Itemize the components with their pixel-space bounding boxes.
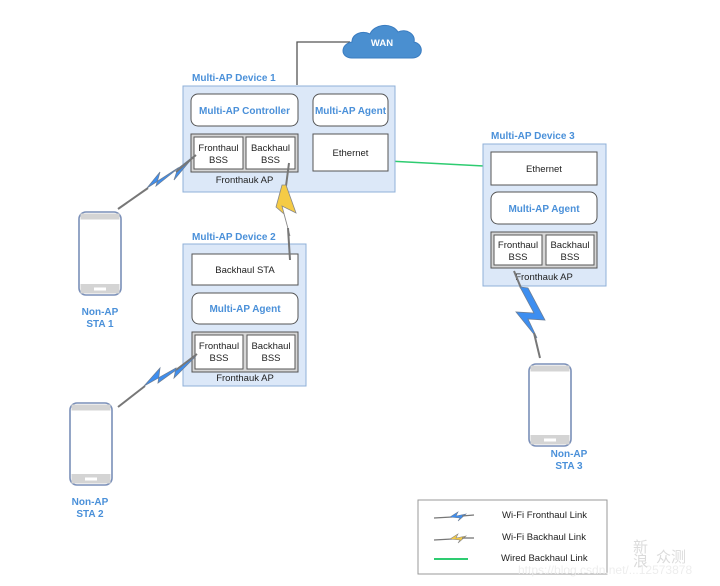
fronthaul-bss-line1: Fronthaul (199, 341, 239, 352)
device-title: Multi-AP Device 3 (491, 131, 575, 142)
non-ap-sta-1: Non-AP STA 1 (78, 211, 122, 330)
backhaul-bss-line2: BSS (261, 353, 280, 364)
backhaul-sta-label: Backhaul STA (215, 265, 275, 276)
wan-label: WAN (371, 38, 393, 49)
multi-ap-topology-diagram: WAN Multi-AP Device 1 Multi-AP Controlle… (69, 25, 692, 577)
non-ap-sta-2: Non-AP STA 2 (69, 402, 113, 520)
lightning-yellow-icon (275, 184, 297, 237)
multi-ap-device-2: Multi-AP Device 2 Backhaul STA Multi-AP … (182, 232, 307, 387)
fronthaul-bss-line2: BSS (209, 155, 228, 166)
lightning-blue-icon (515, 286, 546, 339)
sta-label-line1: Non-AP (72, 497, 109, 508)
agent-label: Multi-AP Agent (508, 204, 580, 215)
sta-label-line1: Non-AP (82, 307, 119, 318)
wired-backhaul-link (387, 160, 485, 167)
ethernet-label: Ethernet (526, 164, 562, 175)
fronthaul-bss-line1: Fronthaul (498, 240, 538, 251)
multi-ap-device-1: Multi-AP Device 1 Multi-AP Controller Mu… (182, 73, 396, 193)
ethernet-label: Ethernet (333, 148, 369, 159)
backhaul-bss-line2: BSS (560, 252, 579, 263)
controller-label: Multi-AP Controller (199, 106, 290, 117)
device-title: Multi-AP Device 1 (192, 73, 276, 84)
smartphone-icon (528, 363, 572, 447)
sta-label-line2: STA 2 (76, 509, 104, 520)
smartphone-icon (78, 211, 122, 296)
ap-label: Fronthauk AP (216, 373, 274, 384)
legend-label: Wi-Fi Fronthaul Link (502, 510, 587, 521)
sta-label-line2: STA 3 (555, 461, 583, 472)
sta-label-line1: Non-AP (551, 449, 588, 460)
wan-link (296, 41, 350, 85)
legend-label: Wi-Fi Backhaul Link (502, 532, 586, 543)
watermark-brand-bottom: 浪 (633, 553, 648, 570)
device-title: Multi-AP Device 2 (192, 232, 276, 243)
fronthaul-bss-line1: Fronthaul (198, 143, 238, 154)
agent-label: Multi-AP Agent (315, 106, 387, 117)
backhaul-bss-line1: Backhaul (251, 143, 290, 154)
backhaul-bss-line1: Backhaul (550, 240, 589, 251)
agent-label: Multi-AP Agent (209, 304, 281, 315)
fronthaul-bss-line2: BSS (508, 252, 527, 263)
backhaul-bss-line1: Backhaul (251, 341, 290, 352)
multi-ap-device-3: Multi-AP Device 3 Ethernet Multi-AP Agen… (482, 131, 607, 287)
fronthaul-bss-line2: BSS (209, 353, 228, 364)
smartphone-icon (69, 402, 113, 486)
backhaul-bss-line2: BSS (261, 155, 280, 166)
ap-label: Fronthauk AP (515, 272, 573, 283)
wan-cloud: WAN (342, 25, 422, 59)
sta-label-line2: STA 1 (86, 319, 114, 330)
ap-label: Fronthauk AP (216, 175, 274, 186)
watermark-brand-main: 众测 (656, 549, 686, 566)
non-ap-sta-3: Non-AP STA 3 (528, 363, 588, 472)
